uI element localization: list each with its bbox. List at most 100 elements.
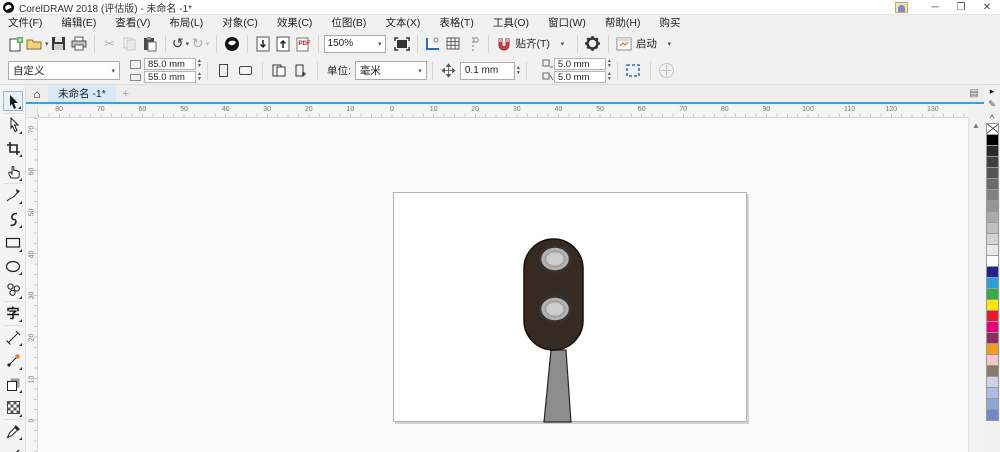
horizontal-ruler[interactable]: 80 70 60 50 40 30 20 10 0 10 20 30 40 50 60 70 80 90 100 11… xyxy=(38,106,968,118)
palette-flyout-icon[interactable]: ▸ xyxy=(984,85,1000,98)
current-page-button[interactable] xyxy=(291,61,311,81)
ruler-origin-corner[interactable] xyxy=(26,106,38,118)
full-screen-preview-icon[interactable] xyxy=(392,34,412,54)
document-page[interactable] xyxy=(393,192,748,423)
swatch-no-color[interactable] xyxy=(985,123,999,135)
print-icon[interactable] xyxy=(69,34,89,54)
drawing-canvas[interactable] xyxy=(38,118,968,452)
page-size-preset-select[interactable]: 自定义 ▾ xyxy=(8,61,120,80)
toolbox: 字 xyxy=(0,85,26,452)
landscape-button[interactable] xyxy=(236,61,256,81)
vruler-label-70: 70 xyxy=(28,125,36,134)
menu-item-10[interactable]: 工具(O) xyxy=(493,15,529,30)
duplicate-y-icon xyxy=(542,72,554,81)
new-tab-button[interactable]: + xyxy=(116,85,136,102)
restore-button[interactable]: ❐ xyxy=(948,0,974,14)
vruler-label-40: 40 xyxy=(28,250,36,259)
all-pages-button[interactable] xyxy=(269,61,289,81)
options-gear-icon[interactable] xyxy=(583,34,603,54)
vertical-scrollbar[interactable]: ▲ xyxy=(968,118,982,452)
pan-tool[interactable] xyxy=(3,162,23,182)
open-document-icon[interactable]: ▾ xyxy=(26,34,49,54)
hruler-label-90: 90 xyxy=(762,106,771,113)
signal-light-bottom-inner[interactable] xyxy=(544,300,566,318)
signal-pole[interactable] xyxy=(543,349,572,423)
launch-chevron-icon[interactable]: ▾ xyxy=(659,34,679,54)
menu-item-9[interactable]: 表格(T) xyxy=(439,15,473,30)
minimize-button[interactable]: ─ xyxy=(922,0,948,14)
text-tool[interactable]: 字 xyxy=(3,303,23,323)
connector-tool[interactable] xyxy=(3,351,23,371)
publish-pdf-icon[interactable]: PDF xyxy=(293,34,313,54)
cut-icon: ✂ xyxy=(104,35,115,51)
search-content-icon[interactable] xyxy=(222,34,242,54)
menu-item-5[interactable]: 对象(C) xyxy=(222,15,258,30)
duplicate-y-input[interactable]: 5.0 mm xyxy=(553,71,606,83)
menu-item-6[interactable]: 效果(C) xyxy=(277,15,313,30)
chevron-down-icon: ▾ xyxy=(111,67,115,75)
color-eyedropper-tool[interactable] xyxy=(3,421,23,441)
show-guidelines-icon[interactable] xyxy=(463,34,483,54)
account-icon[interactable] xyxy=(895,1,908,13)
paste-icon[interactable] xyxy=(140,34,160,54)
page-height-input[interactable]: 55.0 mm xyxy=(144,71,196,83)
launch-menu[interactable]: 启动 xyxy=(636,36,657,51)
menu-item-2[interactable]: 编辑(E) xyxy=(61,15,96,30)
rectangle-tool[interactable] xyxy=(3,233,23,253)
vertical-ruler[interactable]: 70 60 50 40 30 20 10 0 xyxy=(26,118,38,452)
nudge-stepper[interactable]: ▲ ▼ xyxy=(516,65,521,76)
export-icon[interactable] xyxy=(273,34,293,54)
launch-icon[interactable] xyxy=(614,34,634,54)
traffic-signal-drawing[interactable] xyxy=(394,193,748,423)
show-grid-icon[interactable] xyxy=(443,34,463,54)
swatch-7088cc[interactable] xyxy=(985,409,999,421)
menu-item-8[interactable]: 文本(X) xyxy=(385,15,420,30)
scroll-up-icon[interactable]: ▲ xyxy=(969,118,983,132)
close-button[interactable]: ✕ xyxy=(974,0,1000,14)
snap-menu[interactable]: 贴齐(T) xyxy=(516,36,550,51)
hruler-label-10: 10 xyxy=(429,106,438,113)
portrait-button[interactable] xyxy=(214,61,234,81)
welcome-home-icon[interactable]: ⌂ xyxy=(26,85,48,102)
dimension-tool[interactable] xyxy=(3,327,23,347)
duplicate-x-stepper[interactable]: ▲ ▼ xyxy=(607,59,612,69)
polygon-tool[interactable] xyxy=(3,280,23,300)
view-navigator-icon[interactable]: ▤ xyxy=(964,85,984,102)
signal-light-top-inner[interactable] xyxy=(544,250,566,268)
page-height-stepper[interactable]: ▲ ▼ xyxy=(197,72,202,82)
nudge-distance-input[interactable]: 0.1 mm xyxy=(459,61,515,80)
shape-tool[interactable] xyxy=(3,115,23,135)
menu-item-12[interactable]: 帮助(H) xyxy=(605,15,641,30)
page-width-input[interactable]: 85.0 mm xyxy=(144,58,196,70)
menu-item-13[interactable]: 购买 xyxy=(660,15,681,30)
menu-item-1[interactable]: 文件(F) xyxy=(8,15,42,30)
snap-settings-icon[interactable] xyxy=(494,34,514,54)
pick-tool[interactable] xyxy=(3,91,23,111)
snap-chevron-icon[interactable]: ▾ xyxy=(552,34,572,54)
new-document-icon[interactable] xyxy=(6,34,26,54)
menu-item-7[interactable]: 位图(B) xyxy=(331,15,366,30)
outline-pen-tool[interactable] xyxy=(3,445,23,452)
title-bar: CorelDRAW 2018 (评估版) - 未命名 -1* ─ ❐ ✕ xyxy=(0,0,1000,15)
palette-edit-icon[interactable]: ✎ xyxy=(984,98,1000,111)
treat-as-filled-button[interactable] xyxy=(624,61,644,81)
transparency-tool[interactable] xyxy=(3,398,23,418)
page-width-stepper[interactable]: ▲ ▼ xyxy=(197,59,202,69)
menu-item-4[interactable]: 布局(L) xyxy=(169,15,203,30)
zoom-level-select[interactable]: 150% ▾ xyxy=(323,34,386,53)
menu-item-3[interactable]: 查看(V) xyxy=(115,15,150,30)
units-select[interactable]: 毫米 ▾ xyxy=(354,61,427,80)
artistic-media-tool[interactable] xyxy=(3,209,23,229)
freehand-tool[interactable] xyxy=(3,185,23,205)
menu-item-11[interactable]: 窗口(W) xyxy=(548,15,586,30)
crop-tool[interactable] xyxy=(3,138,23,158)
undo-icon[interactable]: ↺ ▾ xyxy=(171,34,191,54)
ellipse-tool[interactable] xyxy=(3,256,23,276)
save-icon[interactable] xyxy=(49,34,69,54)
show-rulers-icon[interactable] xyxy=(423,34,443,54)
document-tab-active[interactable]: 未命名 -1* xyxy=(48,85,116,102)
duplicate-y-stepper[interactable]: ▲ ▼ xyxy=(607,72,612,82)
duplicate-x-input[interactable]: 5.0 mm xyxy=(553,58,606,70)
import-icon[interactable] xyxy=(253,34,273,54)
drop-shadow-tool[interactable] xyxy=(3,374,23,394)
